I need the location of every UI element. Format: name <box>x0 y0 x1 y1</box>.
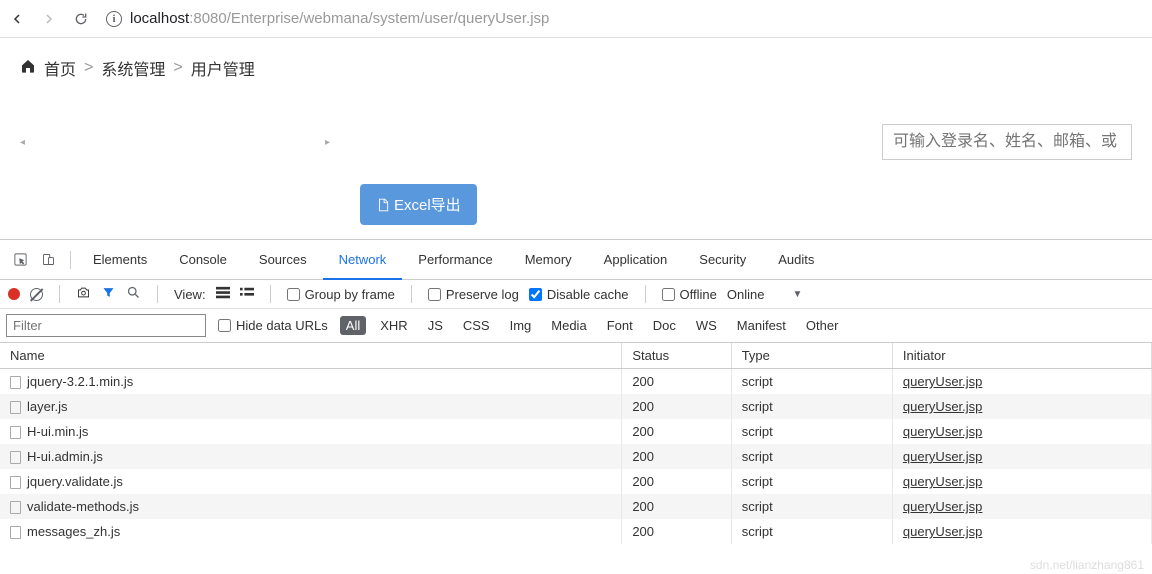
group-by-frame-check[interactable]: Group by frame <box>287 287 395 302</box>
tab-audits[interactable]: Audits <box>762 246 830 273</box>
filter-type-ws[interactable]: WS <box>690 316 723 335</box>
table-row[interactable]: messages_zh.js200scriptqueryUser.jsp <box>0 519 1152 544</box>
overview-icon[interactable] <box>240 286 254 303</box>
table-row[interactable]: validate-methods.js200scriptqueryUser.js… <box>0 494 1152 519</box>
throttle-select[interactable]: Online <box>727 287 765 302</box>
filter-type-css[interactable]: CSS <box>457 316 496 335</box>
initiator-link[interactable]: queryUser.jsp <box>903 499 982 514</box>
clear-button[interactable] <box>30 288 43 301</box>
breadcrumb-sep: > <box>173 59 182 77</box>
large-rows-icon[interactable] <box>216 286 230 303</box>
file-icon <box>10 526 21 539</box>
filter-toggle-icon[interactable] <box>101 285 116 303</box>
view-label: View: <box>174 287 206 302</box>
file-icon <box>376 198 390 212</box>
record-button[interactable] <box>8 288 20 300</box>
search-icon[interactable] <box>126 285 141 303</box>
tab-elements[interactable]: Elements <box>77 246 163 273</box>
device-toggle-icon[interactable] <box>36 248 60 272</box>
breadcrumb-sep: > <box>84 59 93 77</box>
excel-export-label: Excel导出 <box>394 194 461 215</box>
scroll-left-icon[interactable]: ◂ <box>20 137 25 148</box>
screenshot-icon[interactable] <box>76 285 91 303</box>
initiator-link[interactable]: queryUser.jsp <box>903 399 982 414</box>
breadcrumb-level1[interactable]: 系统管理 <box>101 56 165 80</box>
devtools-tabs: ElementsConsoleSourcesNetworkPerformance… <box>0 240 1152 280</box>
initiator-link[interactable]: queryUser.jsp <box>903 474 982 489</box>
filter-type-all[interactable]: All <box>340 316 366 335</box>
preserve-log-check[interactable]: Preserve log <box>428 287 519 302</box>
hide-data-urls-check[interactable]: Hide data URLs <box>218 318 328 333</box>
watermark: sdn.net/lianzhang861 <box>1030 558 1144 572</box>
inspect-element-icon[interactable] <box>8 248 32 272</box>
filter-type-other[interactable]: Other <box>800 316 845 335</box>
tab-sources[interactable]: Sources <box>243 246 323 273</box>
col-type[interactable]: Type <box>731 343 892 369</box>
table-row[interactable]: H-ui.admin.js200scriptqueryUser.jsp <box>0 444 1152 469</box>
file-icon <box>10 376 21 389</box>
initiator-link[interactable]: queryUser.jsp <box>903 374 982 389</box>
table-row[interactable]: layer.js200scriptqueryUser.jsp <box>0 394 1152 419</box>
file-icon <box>10 476 21 489</box>
filter-type-font[interactable]: Font <box>601 316 639 335</box>
filter-type-doc[interactable]: Doc <box>647 316 682 335</box>
offline-check[interactable]: Offline <box>662 287 717 302</box>
table-row[interactable]: H-ui.min.js200scriptqueryUser.jsp <box>0 419 1152 444</box>
tab-network[interactable]: Network <box>323 246 403 280</box>
home-icon[interactable] <box>20 58 36 79</box>
filter-type-manifest[interactable]: Manifest <box>731 316 792 335</box>
network-toolbar: View: Group by frame Preserve log Disabl… <box>0 280 1152 309</box>
initiator-link[interactable]: queryUser.jsp <box>903 524 982 539</box>
file-icon <box>10 451 21 464</box>
address-bar[interactable]: i localhost:8080/Enterprise/webmana/syst… <box>104 6 1144 31</box>
content-row: ◂ ▸ <box>20 124 1132 160</box>
col-status[interactable]: Status <box>622 343 731 369</box>
file-icon <box>10 426 21 439</box>
table-row[interactable]: jquery-3.2.1.min.js200scriptqueryUser.js… <box>0 369 1152 395</box>
tab-security[interactable]: Security <box>683 246 762 273</box>
horizontal-scrollbar[interactable]: ◂ ▸ <box>20 135 330 149</box>
disable-cache-check[interactable]: Disable cache <box>529 287 629 302</box>
excel-export-button[interactable]: Excel导出 <box>360 184 477 225</box>
filter-type-js[interactable]: JS <box>422 316 449 335</box>
tab-memory[interactable]: Memory <box>509 246 588 273</box>
breadcrumb: 首页 > 系统管理 > 用户管理 <box>20 56 1132 80</box>
col-initiator[interactable]: Initiator <box>892 343 1151 369</box>
scroll-right-icon[interactable]: ▸ <box>325 137 330 148</box>
browser-toolbar: i localhost:8080/Enterprise/webmana/syst… <box>0 0 1152 38</box>
reload-button[interactable] <box>72 10 90 28</box>
search-input[interactable] <box>882 124 1132 160</box>
network-filter-row: Hide data URLs All XHR JS CSS Img Media Font Do… <box>0 309 1152 343</box>
file-icon <box>10 401 21 414</box>
devtools-panel: ElementsConsoleSourcesNetworkPerformance… <box>0 239 1152 544</box>
filter-type-media[interactable]: Media <box>545 316 592 335</box>
breadcrumb-level2[interactable]: 用户管理 <box>191 56 255 80</box>
filter-type-xhr[interactable]: XHR <box>374 316 413 335</box>
site-info-icon[interactable]: i <box>106 11 122 27</box>
forward-button[interactable] <box>40 10 58 28</box>
col-name[interactable]: Name <box>0 343 622 369</box>
table-row[interactable]: jquery.validate.js200scriptqueryUser.jsp <box>0 469 1152 494</box>
initiator-link[interactable]: queryUser.jsp <box>903 449 982 464</box>
tab-performance[interactable]: Performance <box>402 246 508 273</box>
tab-application[interactable]: Application <box>588 246 684 273</box>
file-icon <box>10 501 21 514</box>
breadcrumb-home[interactable]: 首页 <box>44 56 76 80</box>
initiator-link[interactable]: queryUser.jsp <box>903 424 982 439</box>
chevron-down-icon[interactable]: ▼ <box>792 289 802 300</box>
url-text: localhost:8080/Enterprise/webmana/system… <box>130 10 549 27</box>
network-table: Name Status Type Initiator jquery-3.2.1.… <box>0 343 1152 544</box>
page-content: 首页 > 系统管理 > 用户管理 ◂ ▸ Excel导出 <box>0 38 1152 225</box>
back-button[interactable] <box>8 10 26 28</box>
filter-input[interactable] <box>6 314 206 337</box>
filter-type-img[interactable]: Img <box>504 316 538 335</box>
tab-console[interactable]: Console <box>163 246 243 273</box>
